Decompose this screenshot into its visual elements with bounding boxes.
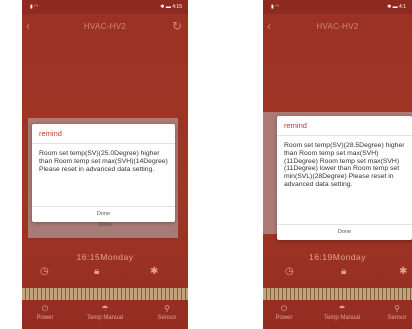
status-bar: ▮ ◠ ✱ ▬ 4:15: [22, 0, 188, 14]
temp-manual-label: Temp Manual: [323, 315, 361, 321]
remind-dialog: remind Room set temp(SV)(28.5Degree) hig…: [277, 116, 412, 240]
power-icon: ⏻: [41, 304, 49, 313]
lock-icon[interactable]: 🔒︎: [341, 266, 346, 277]
power-label: Power: [275, 315, 293, 321]
snowflake-icon[interactable]: ✱: [150, 266, 158, 277]
dialog-message: Room set temp(SV)(25.0Degree) higher tha…: [39, 150, 168, 173]
status-left: ▮ ◠: [271, 4, 280, 10]
clock-icon[interactable]: ◷: [40, 266, 49, 277]
temp-manual-icon: ☂: [338, 304, 346, 313]
phone-screen-right: ▮ ◠ ✱ ▬ 4:1 ‹ HVAC-HV2 remind Room set t…: [263, 0, 412, 329]
bottom-bar: ⏻ Power ☂ Temp Manual ⚲ Sensor: [22, 304, 188, 329]
done-button[interactable]: Done: [277, 224, 412, 240]
dialog-message: Room set temp(SV)(28.5Degree) higher tha…: [284, 142, 405, 188]
status-strip: [263, 288, 412, 300]
status-bar: ▮ ◠ ✱ ▬ 4:1: [263, 0, 412, 14]
power-label: Power: [36, 315, 54, 321]
temp-manual-button[interactable]: ☂ Temp Manual: [317, 304, 367, 321]
time-label: 16:15Monday: [76, 252, 134, 262]
status-left: ▮ ◠: [30, 4, 39, 10]
dialog-title: remind: [277, 116, 412, 136]
status-right: ✱ ▬ 4:1: [387, 4, 406, 10]
power-button[interactable]: ⏻ Power: [269, 304, 299, 321]
sensor-label: Sensor: [157, 315, 177, 321]
mode-icon-row: ◷ 🔒︎ ✱: [263, 266, 412, 282]
temp-manual-icon: ☂: [101, 304, 109, 313]
status-strip: [22, 288, 188, 300]
power-icon: ⏻: [280, 304, 288, 313]
clock-icon[interactable]: ◷: [285, 266, 294, 277]
sensor-icon: ⚲: [164, 304, 170, 313]
dialog-title: remind: [32, 124, 175, 144]
phone-screen-left: ▮ ◠ ✱ ▬ 4:15 ‹ HVAC-HV2 ↻ Done remind Ro…: [22, 0, 188, 329]
snowflake-icon[interactable]: ✱: [399, 266, 407, 277]
bottom-bar: ⏻ Power ☂ Temp Manual ⚲ Sensor: [263, 304, 412, 329]
sensor-button[interactable]: ⚲ Sensor: [150, 304, 184, 321]
power-button[interactable]: ⏻ Power: [30, 304, 60, 321]
sensor-button[interactable]: ⚲ Sensor: [383, 304, 411, 321]
sensor-label: Sensor: [387, 315, 407, 321]
remind-dialog: remind Room set temp(SV)(25.0Degree) hig…: [32, 124, 175, 222]
done-button[interactable]: Done: [32, 206, 175, 222]
lock-icon[interactable]: 🔒︎: [94, 266, 99, 277]
sensor-icon: ⚲: [394, 304, 400, 313]
temp-manual-button[interactable]: ☂ Temp Manual: [80, 304, 130, 321]
mode-icon-row: ◷ 🔒︎ ✱: [22, 266, 188, 282]
time-label: 16:19Monday: [308, 252, 366, 262]
temp-manual-label: Temp Manual: [86, 315, 124, 321]
status-right: ✱ ▬ 4:15: [160, 4, 182, 10]
